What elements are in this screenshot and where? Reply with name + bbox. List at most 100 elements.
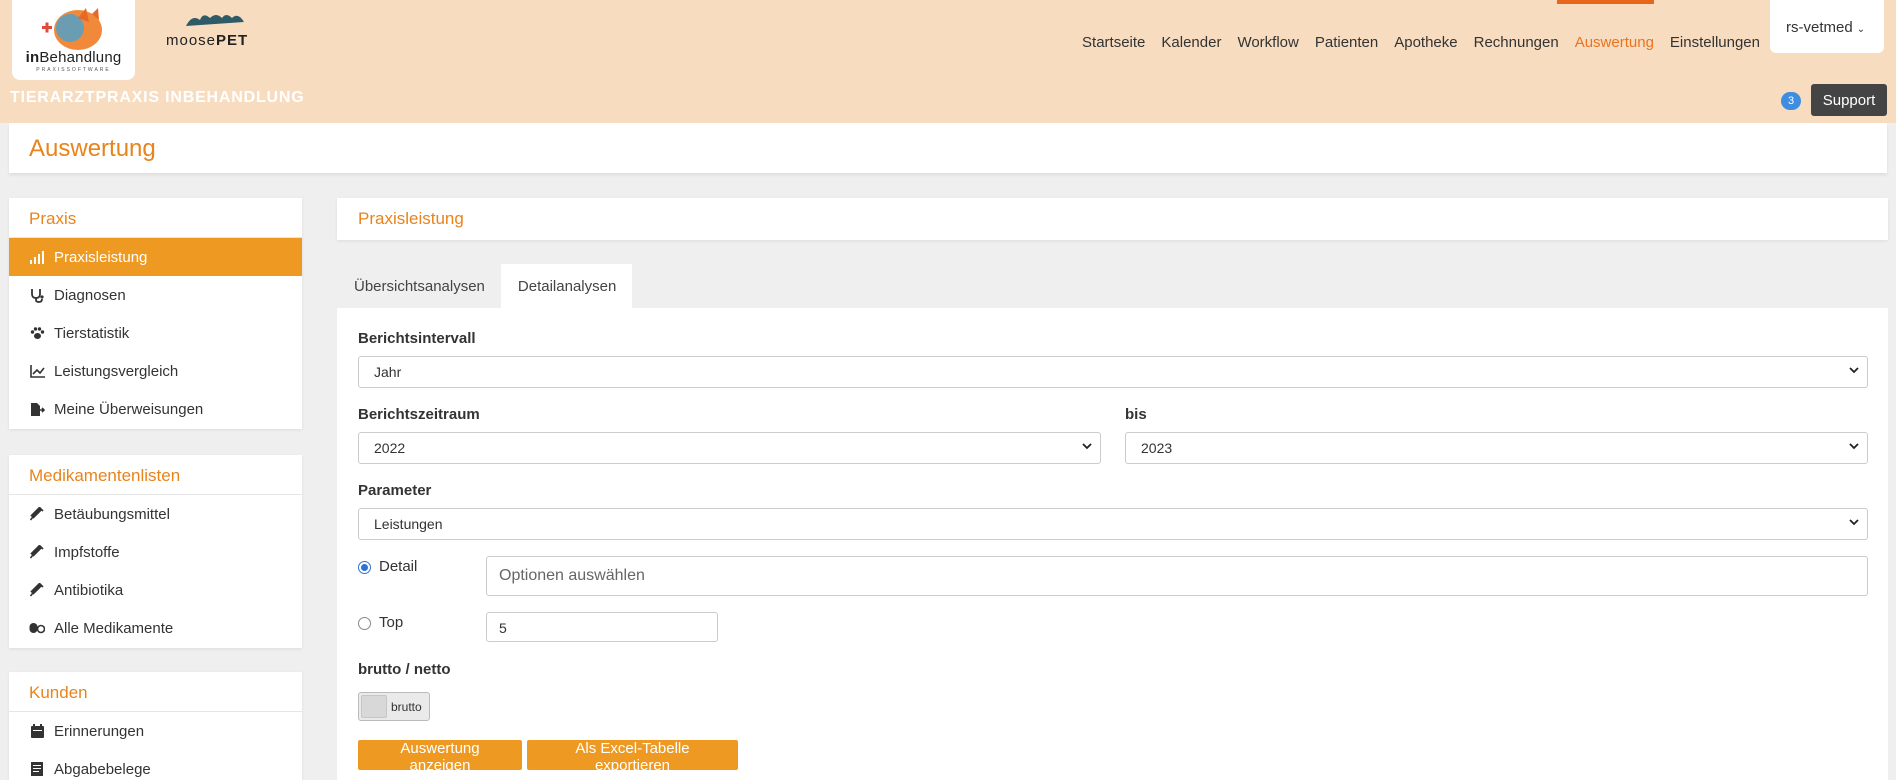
stethoscope-icon [29, 287, 45, 303]
section-header: Praxisleistung [337, 198, 1888, 240]
moosepet-text: moosePET [166, 32, 249, 49]
moosepet-logo[interactable]: moosePET [166, 10, 266, 50]
section-title: Praxisleistung [358, 209, 464, 228]
period-label: Berichtszeitraum [358, 406, 480, 423]
sidebar-item-label: Praxisleistung [54, 248, 148, 266]
page-title: Auswertung [29, 135, 156, 162]
sidebar-heading-kunden: Kunden [9, 672, 302, 712]
detail-radio-label: Detail [379, 558, 418, 575]
inbehandlung-logo[interactable]: inBehandlung PRAXISSOFTWARE [12, 0, 135, 80]
top-header: inBehandlung PRAXISSOFTWARE moosePET Sta… [0, 0, 1896, 123]
support-button[interactable]: Support [1811, 84, 1887, 116]
period-to-select[interactable]: 2023 [1125, 432, 1868, 464]
pets-logo-icon [42, 8, 102, 50]
syringe-icon [29, 582, 45, 598]
chevron-down-icon [1849, 367, 1859, 374]
line-chart-icon [29, 363, 45, 379]
sidebar-item-antibiotika[interactable]: Antibiotika [9, 571, 302, 609]
sidebar-item-diagnosen[interactable]: Diagnosen [9, 276, 302, 314]
nav-auswertung[interactable]: Auswertung [1567, 32, 1662, 53]
detail-options-input[interactable]: Optionen auswählen [486, 556, 1868, 596]
active-nav-indicator [1557, 0, 1654, 4]
tab-detailanalysen[interactable]: Detailanalysen [500, 264, 633, 308]
interval-select[interactable]: Jahr [358, 356, 1868, 388]
main-nav: Startseite Kalender Workflow Patienten A… [1074, 32, 1768, 53]
top-radio-label: Top [379, 614, 404, 631]
sidebar-item-erinnerungen[interactable]: Erinnerungen [9, 712, 302, 750]
logo-subtext: PRAXISSOFTWARE [36, 67, 111, 73]
sidebar-item-betaeubungsmittel[interactable]: Betäubungsmittel [9, 495, 302, 533]
pills-icon [29, 620, 45, 636]
page-title-bar: Auswertung [9, 123, 1887, 173]
chevron-down-icon [1849, 519, 1859, 526]
brutto-netto-label: brutto / netto [358, 661, 451, 678]
export-excel-button[interactable]: Als Excel-Tabelle exportieren [527, 740, 738, 774]
sidebar-panel-kunden: Kunden Erinnerungen Abgabebelege [9, 672, 302, 780]
user-menu[interactable]: rs-vetmed ⌄ [1770, 0, 1884, 53]
sidebar-item-praxisleistung[interactable]: Praxisleistung [9, 238, 302, 276]
parameter-value: Leistungen [374, 516, 443, 532]
syringe-icon [29, 506, 45, 522]
toggle-label: brutto [391, 700, 422, 714]
sidebar-item-label: Meine Überweisungen [54, 400, 204, 418]
user-name: rs-vetmed [1786, 19, 1853, 36]
sidebar-item-label: Antibiotika [54, 581, 124, 599]
period-from-value: 2022 [374, 440, 406, 456]
sidebar-heading-medikamente: Medikamentenlisten [9, 455, 302, 495]
file-export-icon [29, 401, 45, 417]
sidebar-heading-praxis: Praxis [9, 198, 302, 238]
chevron-down-icon: ⌄ [1856, 24, 1866, 35]
sidebar-item-leistungsvergleich[interactable]: Leistungsvergleich [9, 352, 302, 390]
chevron-down-icon [1082, 443, 1092, 450]
nav-apotheke[interactable]: Apotheke [1386, 32, 1465, 53]
nav-einstellungen[interactable]: Einstellungen [1662, 32, 1768, 53]
sidebar-panel-medikamente: Medikamentenlisten Betäubungsmittel Impf… [9, 455, 302, 648]
detail-options-placeholder: Optionen auswählen [499, 567, 645, 584]
logo-text: inBehandlung [25, 49, 122, 66]
period-from-select[interactable]: 2022 [358, 432, 1101, 464]
sidebar-item-label: Tierstatistik [54, 324, 130, 342]
nav-kalender[interactable]: Kalender [1153, 32, 1229, 53]
sidebar-item-alle-medikamente[interactable]: Alle Medikamente [9, 609, 302, 647]
sidebar-item-tierstatistik[interactable]: Tierstatistik [9, 314, 302, 352]
interval-value: Jahr [374, 364, 402, 380]
notification-badge[interactable]: 3 [1781, 92, 1801, 110]
toggle-knob [361, 695, 387, 718]
parameter-label: Parameter [358, 482, 432, 499]
chevron-down-icon [1849, 443, 1859, 450]
practice-name: TIERARZTPRAXIS INBEHANDLUNG [10, 89, 305, 106]
sidebar-item-label: Leistungsvergleich [54, 362, 179, 380]
analysis-tabs: Übersichtsanalysen Detailanalysen [337, 264, 633, 308]
period-to-label: bis [1125, 406, 1147, 423]
parameter-select[interactable]: Leistungen [358, 508, 1868, 540]
detail-radio[interactable] [358, 561, 371, 574]
receipt-icon [29, 761, 45, 777]
show-analysis-button[interactable]: Auswertung anzeigen [358, 740, 522, 774]
brutto-netto-toggle[interactable]: brutto [358, 692, 430, 721]
nav-startseite[interactable]: Startseite [1074, 32, 1153, 53]
nav-rechnungen[interactable]: Rechnungen [1466, 32, 1567, 53]
paw-icon [29, 325, 45, 341]
sidebar-item-label: Erinnerungen [54, 722, 145, 740]
top-count-value: 5 [499, 620, 507, 636]
top-radio[interactable] [358, 617, 371, 630]
top-count-input[interactable]: 5 [486, 612, 718, 642]
calendar-icon [29, 723, 45, 739]
moose-antlers-icon [186, 15, 244, 26]
bar-signal-icon [29, 249, 45, 265]
sidebar-item-ueberweisungen[interactable]: Meine Überweisungen [9, 390, 302, 428]
interval-label: Berichtsintervall [358, 330, 476, 347]
nav-patienten[interactable]: Patienten [1307, 32, 1386, 53]
sidebar-item-label: Alle Medikamente [54, 619, 174, 637]
sidebar-item-impfstoffe[interactable]: Impfstoffe [9, 533, 302, 571]
nav-workflow[interactable]: Workflow [1229, 32, 1306, 53]
tab-uebersichtsanalysen[interactable]: Übersichtsanalysen [337, 264, 501, 308]
sidebar-panel-praxis: Praxis Praxisleistung Diagnosen Tierstat… [9, 198, 302, 429]
sidebar-item-label: Impfstoffe [54, 543, 120, 561]
syringe-icon [29, 544, 45, 560]
period-to-value: 2023 [1141, 440, 1173, 456]
sidebar-item-label: Diagnosen [54, 286, 126, 304]
sidebar-item-abgabebelege[interactable]: Abgabebelege [9, 750, 302, 780]
sidebar-item-label: Abgabebelege [54, 760, 151, 778]
sidebar-item-label: Betäubungsmittel [54, 505, 170, 523]
